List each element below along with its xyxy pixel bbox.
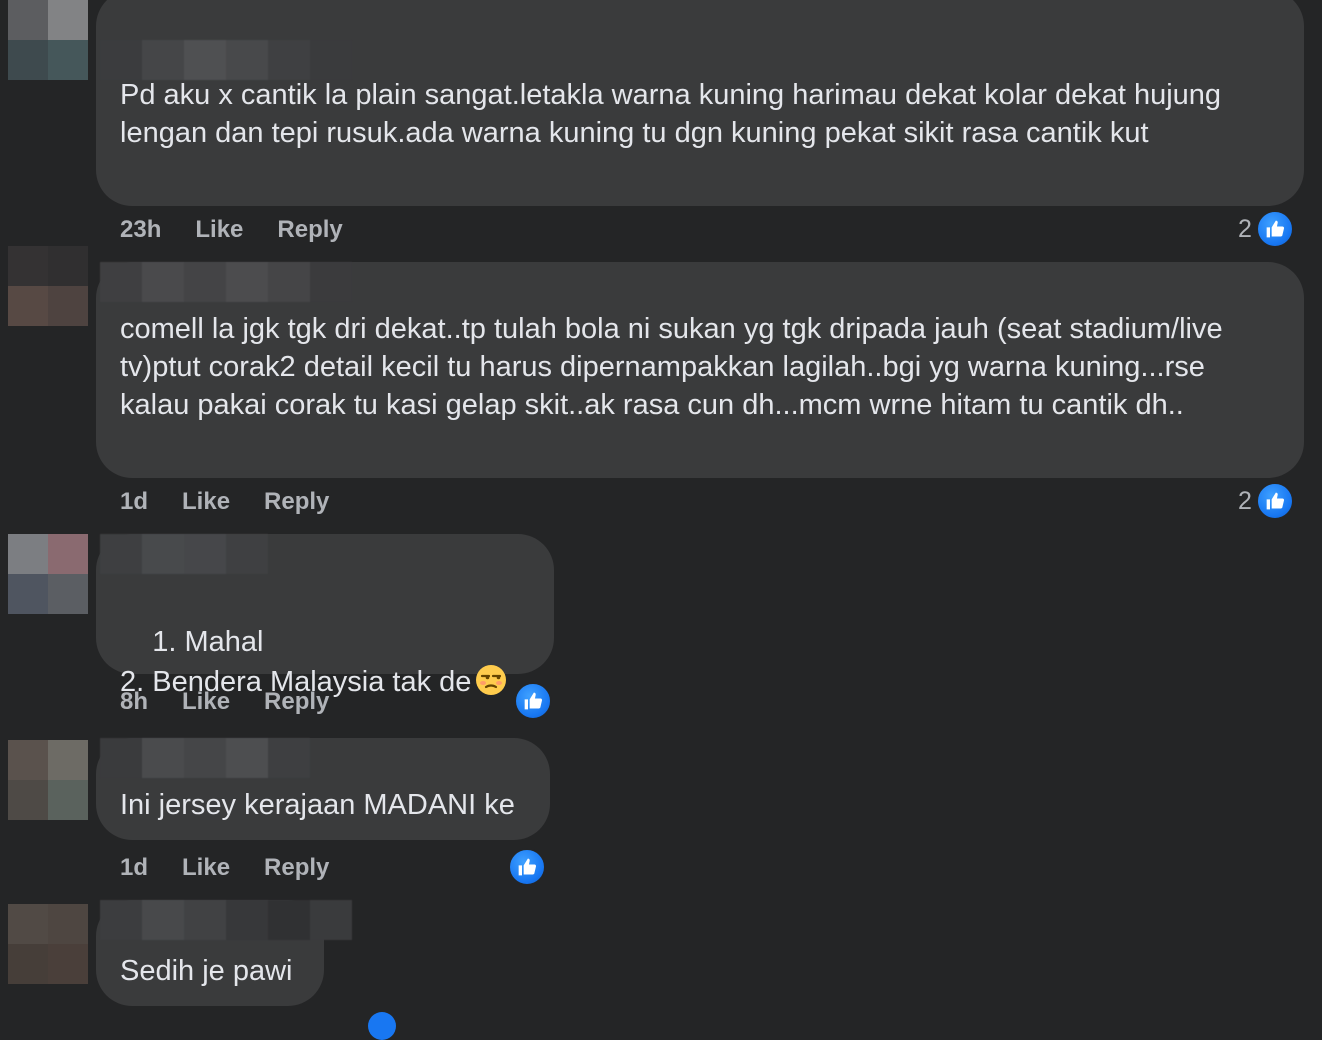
comment-actions: 23h Like Reply [120,214,343,246]
avatar-pixel [48,944,88,984]
commenter-name[interactable] [100,900,352,940]
name-pixel [226,40,268,80]
thumbs-up-icon [514,682,552,720]
like-button[interactable]: Like [182,686,230,718]
name-pixel [142,262,184,302]
reaction-summary[interactable]: 2 [1238,482,1294,520]
avatar-pixel [8,944,48,984]
reply-button[interactable]: Reply [264,686,329,718]
avatar-pixel [48,40,88,80]
like-button[interactable]: Like [182,486,230,518]
name-pixel [100,534,142,574]
commenter-name[interactable] [100,534,268,574]
avatar-pixel [48,904,88,944]
avatar-pixel [8,246,48,286]
avatar-pixel [8,904,48,944]
name-pixel [226,262,268,302]
like-button[interactable]: Like [195,214,243,246]
comment-actions: 1d Like Reply [120,852,329,884]
name-pixel [100,900,142,940]
reply-button[interactable]: Reply [277,214,342,246]
reaction-summary[interactable]: 2 [1238,210,1294,248]
avatar-pixel [48,574,88,614]
name-pixel [142,534,184,574]
reaction-summary[interactable] [514,682,552,720]
comment-bubble: Ini jersey kerajaan MADANI ke [96,738,550,840]
comment-text: Sedih je pawi [120,955,293,987]
comment-actions: 1d Like Reply [120,486,329,518]
comment-text: 1. Mahal 2. Bendera Malaysia tak de [120,582,530,742]
avatar-pixel [8,740,48,780]
name-pixel [100,738,142,778]
name-pixel [226,534,268,574]
avatar-pixel [8,286,48,326]
avatar-pixel [48,780,88,820]
reaction-summary[interactable] [508,848,546,886]
comment-bubble: comell la jgk tgk dri dekat..tp tulah bo… [96,262,1304,478]
avatar-pixel [48,0,88,40]
comment-time[interactable]: 8h [120,686,148,718]
reaction-count: 2 [1238,214,1252,243]
name-pixel [310,900,352,940]
name-pixel [184,900,226,940]
comment-bubble: Sedih je pawi [96,900,352,1006]
name-pixel [100,40,142,80]
name-pixel [142,40,184,80]
avatar-pixel [48,534,88,574]
commenter-name[interactable] [100,40,352,80]
name-pixel [226,738,268,778]
thumbs-up-icon [1255,482,1294,520]
commenter-name[interactable] [100,262,352,302]
comment-actions: 8h Like Reply [120,686,329,718]
reply-button[interactable]: Reply [264,486,329,518]
thumbs-up-icon [1255,210,1294,248]
comment-time[interactable]: 1d [120,486,148,518]
name-pixel [268,738,310,778]
name-pixel [184,534,226,574]
reaction-count: 2 [1238,486,1252,515]
comment-time[interactable]: 1d [120,852,148,884]
comment-bubble: 1. Mahal 2. Bendera Malaysia tak de [96,534,554,698]
avatar[interactable] [8,0,88,80]
comment-bubble: Pd aku x cantik la plain sangat.letakla … [96,0,1304,206]
name-pixel [184,40,226,80]
comment-text: comell la jgk tgk dri dekat..tp tulah bo… [120,313,1231,421]
name-pixel [310,40,352,80]
unamused-face-icon [475,664,507,696]
avatar-pixel [8,574,48,614]
thumbs-up-icon [508,848,546,886]
name-pixel [268,40,310,80]
avatar-pixel [8,40,48,80]
avatar[interactable] [8,740,88,820]
avatar-pixel [8,534,48,574]
thumbs-up-icon [368,1012,396,1040]
comment-text: Ini jersey kerajaan MADANI ke [120,789,515,821]
name-pixel [142,900,184,940]
like-button[interactable]: Like [182,852,230,884]
comment-time[interactable]: 23h [120,214,161,246]
comment-text: Pd aku x cantik la plain sangat.letakla … [120,79,1230,149]
name-pixel [100,262,142,302]
name-pixel [268,900,310,940]
avatar-pixel [48,246,88,286]
avatar-pixel [48,740,88,780]
avatar[interactable] [8,246,88,326]
commenter-name[interactable] [100,738,310,778]
reply-button[interactable]: Reply [264,852,329,884]
avatar-pixel [8,780,48,820]
name-pixel [268,262,310,302]
avatar-pixel [48,286,88,326]
name-pixel [310,262,352,302]
avatar[interactable] [8,904,88,984]
avatar[interactable] [8,534,88,614]
avatar-pixel [8,0,48,40]
name-pixel [184,738,226,778]
name-pixel [226,900,268,940]
name-pixel [142,738,184,778]
name-pixel [184,262,226,302]
